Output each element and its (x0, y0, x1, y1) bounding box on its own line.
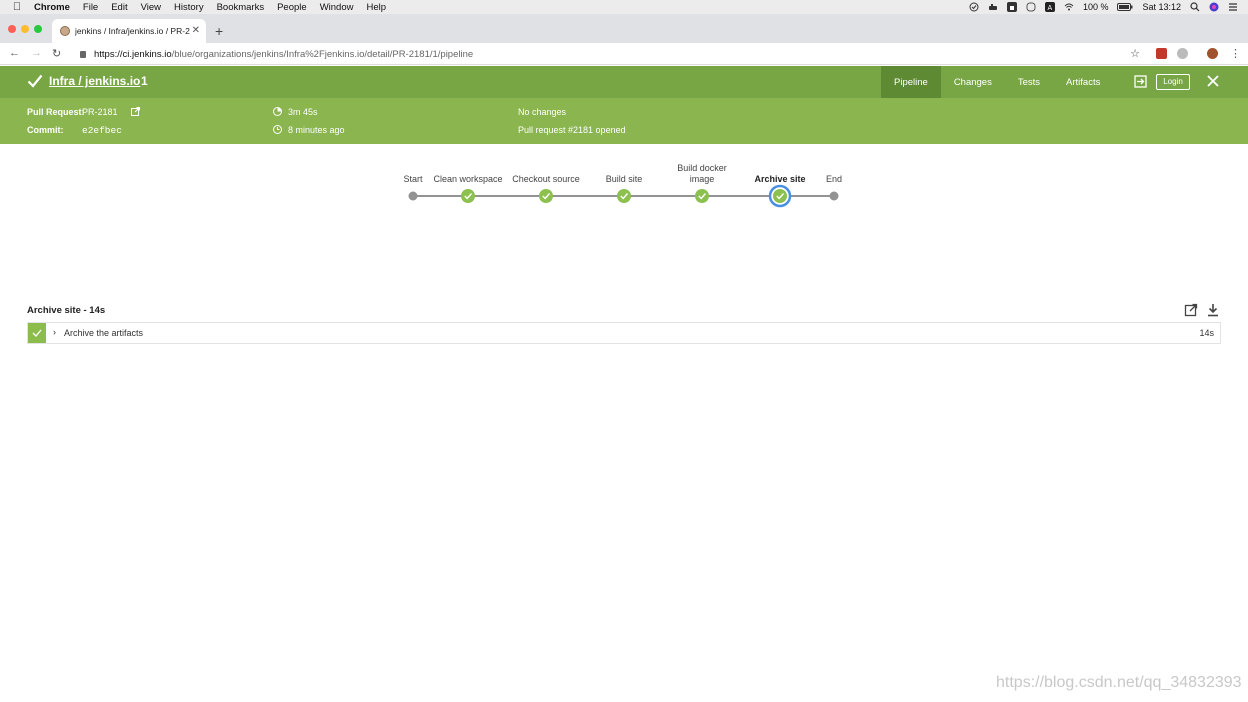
tab-title: jenkins / Infra/jenkins.io / PR-2 (75, 26, 190, 36)
menu-window[interactable]: Window (320, 2, 354, 13)
lock-icon (80, 50, 86, 58)
reload-icon[interactable]: ↻ (52, 47, 61, 60)
stage-node-end (829, 191, 839, 201)
step-row[interactable]: › Archive the artifacts 14s (27, 322, 1221, 344)
lock-status-icon[interactable] (1006, 2, 1017, 12)
login-button[interactable]: Login (1156, 74, 1190, 90)
apple-icon[interactable]:  (0, 1, 34, 13)
status-area: A 100 % Sat 13:12 (969, 0, 1238, 14)
menu-help[interactable]: Help (366, 2, 386, 13)
menu-history[interactable]: History (174, 2, 204, 13)
stage-node-build-docker-image[interactable] (695, 189, 709, 203)
browser-toolbar: ← → ↻ https://ci.jenkins.io/blue/organiz… (0, 43, 1248, 65)
step-success-badge (28, 323, 46, 343)
address-bar[interactable]: https://ci.jenkins.io/blue/organizations… (72, 45, 1146, 63)
menu-clock[interactable]: Sat 13:12 (1142, 2, 1181, 12)
success-check-icon (27, 74, 43, 88)
run-number: 1 (141, 74, 148, 88)
battery-percent: 100 % (1082, 2, 1109, 12)
menu-app-name[interactable]: Chrome (34, 2, 70, 13)
stage-node-start (408, 191, 418, 201)
stage-node-checkout-source[interactable] (539, 189, 553, 203)
checklist-icon[interactable] (969, 2, 979, 12)
tab-changes[interactable]: Changes (941, 66, 1005, 98)
window-minimize-button[interactable] (21, 25, 29, 33)
siri-icon[interactable] (1209, 2, 1219, 12)
step-name: Archive the artifacts (64, 328, 144, 338)
expand-chevron-icon[interactable]: › (53, 327, 56, 337)
tab-tests[interactable]: Tests (1005, 66, 1053, 98)
menu-people[interactable]: People (277, 2, 307, 13)
classic-ui-exit-icon[interactable] (1134, 75, 1147, 88)
commit-label: Commit: (27, 125, 64, 135)
run-cause: Pull request #2181 opened (518, 125, 626, 135)
stage-node-clean-workspace[interactable] (461, 189, 475, 203)
timemachine-icon[interactable] (1026, 2, 1036, 12)
jenkins-favicon-icon (60, 26, 70, 36)
extension-red-icon[interactable] (1156, 48, 1167, 59)
watermark: https://blog.csdn.net/qq_34832393 (996, 674, 1242, 691)
close-icon[interactable] (1206, 74, 1220, 88)
new-tab-plus-icon[interactable]: + (215, 23, 223, 39)
stage-label[interactable]: Clean workspace (423, 174, 513, 185)
stage-label[interactable]: Build site (579, 174, 669, 185)
stage-node-archive-site[interactable] (768, 184, 792, 208)
chrome-menu-icon[interactable]: ⋮ (1230, 47, 1241, 60)
pipeline-graph: Start Clean workspace Checkout source Build… (0, 150, 1248, 220)
tab-close-icon[interactable]: ✕ (192, 25, 200, 36)
clock-icon (273, 125, 282, 134)
window-zoom-button[interactable] (34, 25, 42, 33)
bookmark-star-icon[interactable]: ☆ (1130, 47, 1140, 60)
macos-menu-bar:  Chrome File Edit View History Bookmark… (0, 0, 1248, 14)
wifi-icon[interactable] (1064, 2, 1074, 12)
back-arrow-icon[interactable]: ← (9, 47, 20, 59)
run-title-link[interactable]: Infra / jenkins.io (49, 74, 140, 88)
external-link-icon[interactable] (131, 107, 140, 116)
duration-value: 3m 45s (288, 107, 318, 117)
stage-label[interactable]: Checkout source (501, 174, 591, 185)
step-check-icon (32, 329, 42, 337)
window-close-button[interactable] (8, 25, 16, 33)
url-path: /blue/organizations/jenkins/Infra%2Fjenk… (171, 48, 474, 60)
docker-icon[interactable] (988, 2, 998, 12)
run-details: Pull Request: PR-2181 Commit: e2efbec 3m… (0, 98, 1248, 144)
open-log-icon[interactable] (1184, 303, 1198, 317)
duration-icon (273, 107, 282, 116)
url-host: https://ci.jenkins.io (94, 48, 172, 60)
changes-summary: No changes (518, 107, 567, 117)
pr-label: Pull Request: (27, 107, 85, 117)
pipeline-graph-svg (408, 184, 839, 208)
forward-arrow-icon[interactable]: → (31, 47, 42, 59)
stage-label[interactable]: Build docker image (672, 163, 732, 185)
menu-edit[interactable]: Edit (111, 2, 127, 13)
step-duration: 14s (1199, 328, 1214, 338)
browser-tab-bar: jenkins / Infra/jenkins.io / PR-2 ✕ + (0, 14, 1248, 43)
menu-bookmarks[interactable]: Bookmarks (217, 2, 265, 13)
stage-node-build-site[interactable] (617, 189, 631, 203)
started-ago: 8 minutes ago (288, 125, 345, 135)
spotlight-search-icon[interactable] (1190, 2, 1200, 12)
menu-file[interactable]: File (83, 2, 98, 13)
extension-cloud-icon[interactable] (1177, 48, 1188, 59)
tab-artifacts[interactable]: Artifacts (1053, 66, 1113, 98)
download-icon[interactable] (1206, 303, 1220, 317)
notification-center-icon[interactable] (1228, 2, 1238, 12)
text-app-icon[interactable]: A (1044, 2, 1055, 12)
commit-hash[interactable]: e2efbec (82, 125, 122, 136)
stage-steps-title: Archive site - 14s (27, 305, 106, 316)
profile-avatar[interactable] (1207, 48, 1218, 59)
stage-label: End (825, 174, 842, 184)
menu-view[interactable]: View (141, 2, 161, 13)
tab-pipeline[interactable]: Pipeline (881, 66, 941, 98)
svg-text:A: A (1047, 5, 1052, 12)
battery-icon[interactable] (1117, 2, 1133, 12)
run-header: Infra / jenkins.io 1 Pipeline Changes Te… (0, 66, 1248, 98)
pr-value: PR-2181 (82, 107, 118, 117)
browser-tab[interactable]: jenkins / Infra/jenkins.io / PR-2 ✕ (52, 19, 206, 43)
run-nav-tabs: Pipeline Changes Tests Artifacts (881, 66, 1113, 98)
